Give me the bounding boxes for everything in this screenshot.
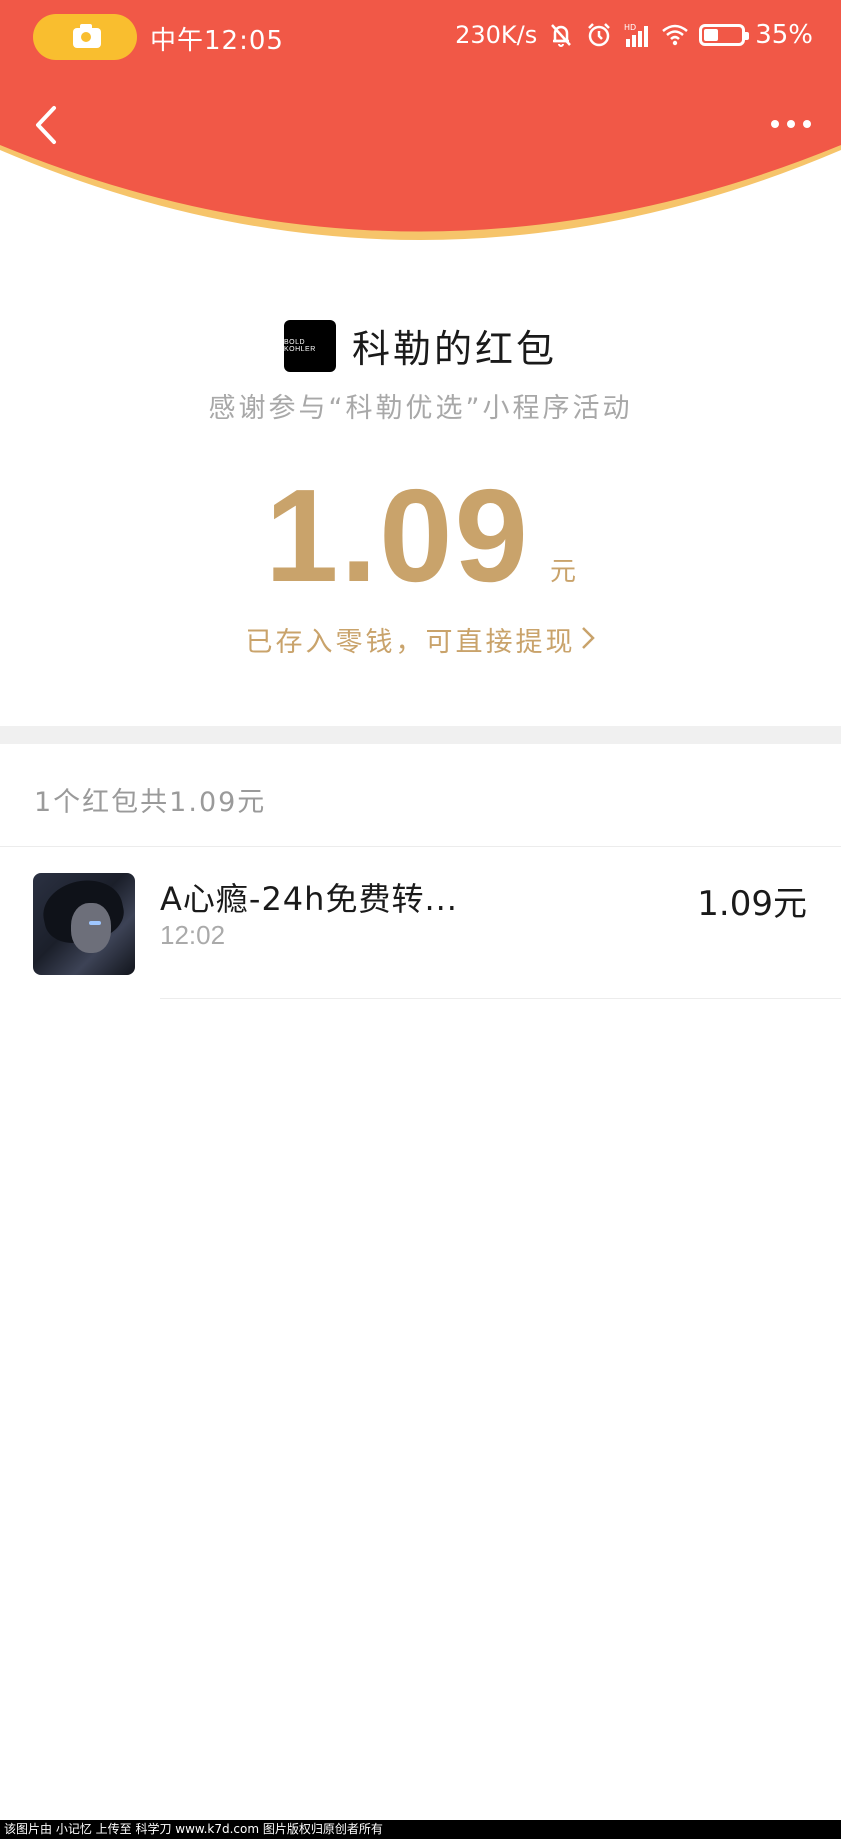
avatar (33, 873, 135, 975)
section-divider (0, 726, 841, 744)
status-icons: 230K/s HD 35% (455, 20, 813, 50)
bell-muted-icon (551, 24, 572, 47)
received-amount: 1.09 (265, 462, 530, 609)
chevron-right-icon (581, 627, 595, 649)
status-time: 中午12:05 (150, 26, 284, 56)
sender-row: BOLD KOHLER 科勒的红包 (0, 318, 841, 373)
status-bar: 中午12:05 230K/s HD 35% (0, 0, 841, 74)
envelope-subtitle: 感谢参与“科勒优选”小程序活动 (208, 393, 633, 424)
list-item[interactable]: A心瘾-24h免费转... 12:02 1.09元 (0, 870, 841, 998)
divider-line (160, 998, 841, 999)
divider-line (0, 846, 841, 847)
amount-unit: 元 (549, 557, 576, 587)
screen-record-pill[interactable] (33, 14, 137, 60)
receive-amount: 1.09元 (697, 884, 807, 924)
back-icon[interactable] (26, 100, 66, 150)
more-dots-icon[interactable] (769, 110, 813, 138)
receive-time: 12:02 (160, 920, 226, 950)
watermark-footer: 该图片由 小记忆 上传至 科学刀 www.k7d.com 图片版权归原创者所有 (0, 1820, 841, 1839)
envelope-title: 科勒的红包 (351, 327, 557, 371)
amount-row: 1.09 元 (0, 470, 841, 602)
receiver-name: A心瘾-24h免费转... (160, 880, 458, 918)
deposit-text: 已存入零钱，可直接提现 (245, 627, 576, 658)
alarm-icon (588, 23, 611, 47)
deposit-link[interactable]: 已存入零钱，可直接提现 (0, 620, 841, 659)
signal-icon: HD (624, 23, 649, 47)
hd-label: HD (624, 23, 636, 32)
brand-logo: BOLD KOHLER (283, 319, 336, 372)
battery-level: 35% (755, 20, 813, 50)
battery-icon (699, 24, 750, 46)
net-speed: 230K/s (455, 21, 538, 49)
summary-text: 1个红包共1.09元 (34, 787, 267, 818)
wifi-icon (662, 24, 689, 46)
